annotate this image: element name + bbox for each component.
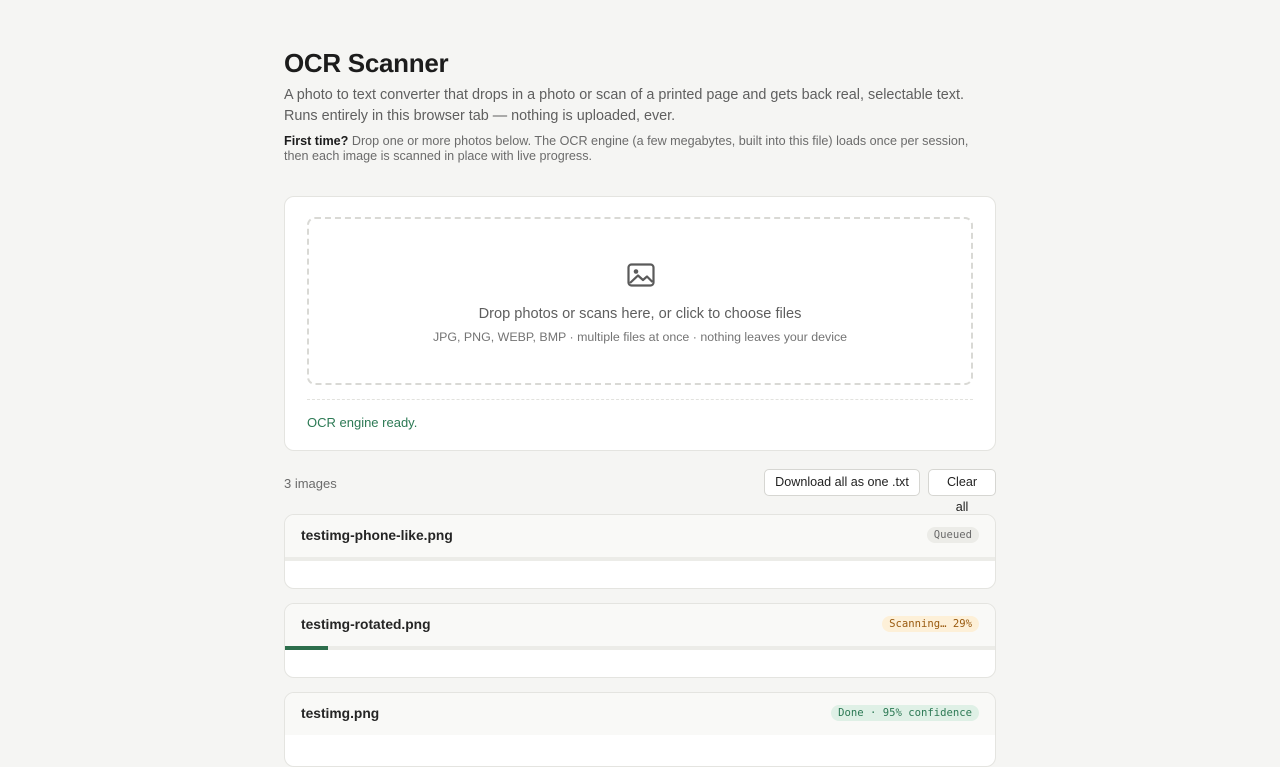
file-card-header: testimg-phone-like.png Queued bbox=[285, 515, 995, 557]
file-card: testimg-phone-like.png Queued bbox=[284, 514, 996, 589]
status-badge: Done · 95% confidence bbox=[831, 705, 979, 721]
download-all-button[interactable]: Download all as one .txt bbox=[764, 469, 920, 496]
status-badge: Scanning… 29% bbox=[882, 616, 979, 632]
file-name: testimg.png bbox=[301, 706, 380, 721]
dropzone-sub-text: JPG, PNG, WEBP, BMP · multiple files at … bbox=[432, 330, 848, 344]
progress-bar bbox=[285, 557, 995, 561]
engine-status: OCR engine ready. bbox=[307, 415, 418, 430]
file-card-header: testimg.png Done · 95% confidence bbox=[285, 693, 995, 735]
file-name: testimg-rotated.png bbox=[301, 617, 431, 632]
page-subtitle: A photo to text converter that drops in … bbox=[284, 87, 964, 124]
page-title: OCR Scanner bbox=[284, 48, 449, 78]
file-dropzone[interactable]: Drop photos or scans here, or click to c… bbox=[307, 217, 973, 385]
upload-card: Drop photos or scans here, or click to c… bbox=[284, 196, 996, 451]
status-badge: Queued bbox=[926, 527, 979, 543]
first-time-label: First time? bbox=[284, 134, 349, 148]
first-time-hint: First time? Drop one or more photos belo… bbox=[284, 134, 984, 164]
clear-all-button[interactable]: Clear all bbox=[928, 469, 996, 514]
image-icon bbox=[627, 263, 655, 287]
file-card: testimg.png Done · 95% confidence bbox=[284, 692, 996, 767]
first-time-text: Drop one or more photos below. The OCR e… bbox=[284, 134, 969, 163]
progress-fill bbox=[285, 646, 328, 650]
card-divider bbox=[307, 399, 973, 400]
file-name: testimg-phone-like.png bbox=[301, 528, 453, 543]
dropzone-main-text: Drop photos or scans here, or click to c… bbox=[478, 306, 802, 322]
progress-bar bbox=[285, 646, 995, 650]
file-card-header: testimg-rotated.png Scanning… 29% bbox=[285, 604, 995, 646]
image-count: 3 images bbox=[284, 476, 337, 491]
file-card: testimg-rotated.png Scanning… 29% bbox=[284, 603, 996, 678]
